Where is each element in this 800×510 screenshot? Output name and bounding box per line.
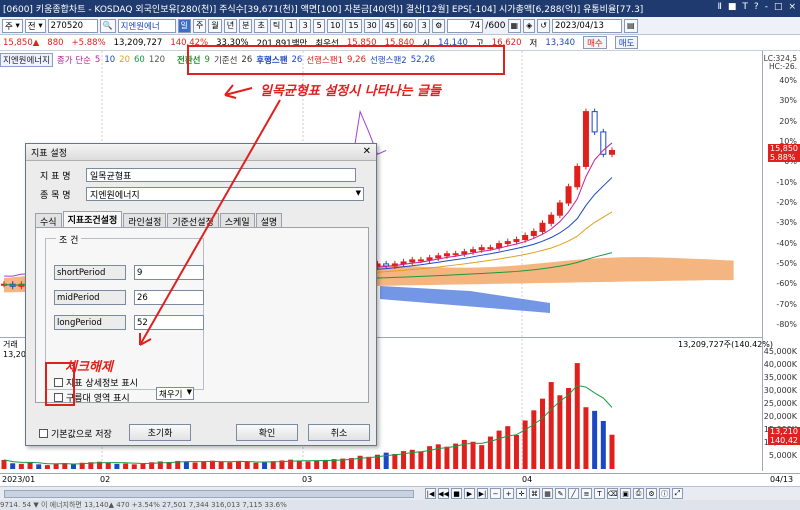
annotation-arrows	[139, 84, 281, 346]
annotation-arrow-down-line	[139, 99, 281, 346]
annotation-arrow-up-head2	[224, 94, 237, 99]
